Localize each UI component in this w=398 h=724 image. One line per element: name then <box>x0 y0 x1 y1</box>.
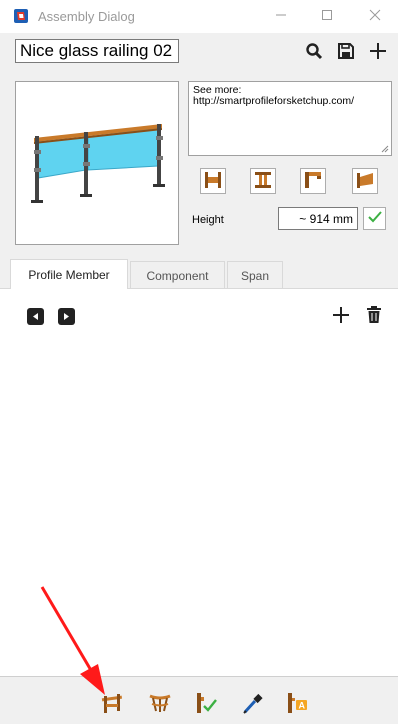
save-icon <box>337 42 355 63</box>
save-button[interactable] <box>334 40 358 64</box>
profile-ends-icon <box>203 170 223 193</box>
description-link[interactable]: http://smartprofileforsketchup.com/ <box>193 96 387 107</box>
next-button[interactable] <box>58 308 75 325</box>
apply-height-button[interactable] <box>363 207 386 230</box>
search-button[interactable] <box>302 40 326 64</box>
railing-tool-icon <box>100 691 124 718</box>
window-title: Assembly Dialog <box>38 9 135 24</box>
title-bar: Assembly Dialog <box>0 0 398 33</box>
checkmark-icon <box>367 209 383 228</box>
profile-check-button[interactable] <box>193 691 219 717</box>
profile-corner-icon <box>303 170 323 193</box>
maximize-icon <box>321 9 333 24</box>
profile-angle-icon <box>355 170 375 193</box>
close-icon <box>369 9 381 24</box>
delete-member-button[interactable] <box>363 305 385 327</box>
minimize-icon <box>275 9 287 24</box>
profile-i-icon <box>253 170 273 193</box>
tab-component[interactable]: Component <box>130 261 225 289</box>
plus-icon <box>369 42 387 63</box>
curved-railing-button[interactable] <box>147 691 173 717</box>
eyedropper-button[interactable] <box>240 691 266 717</box>
tab-span[interactable]: Span <box>227 261 283 289</box>
profile-corner-button[interactable] <box>300 168 326 194</box>
trash-icon <box>366 305 382 327</box>
sketchup-icon <box>13 8 29 24</box>
resize-grip-icon[interactable] <box>381 145 389 153</box>
height-label: Height <box>192 214 224 226</box>
add-member-button[interactable] <box>330 305 352 327</box>
profile-i-button[interactable] <box>250 168 276 194</box>
profile-label-button[interactable]: A <box>284 691 310 717</box>
tab-profile-member[interactable]: Profile Member <box>10 259 128 289</box>
dialog-body: See more: http://smartprofileforsketchup… <box>0 33 398 724</box>
previous-button[interactable] <box>27 308 44 325</box>
next-icon <box>62 309 71 324</box>
previous-icon <box>31 309 40 324</box>
description-textarea[interactable]: See more: http://smartprofileforsketchup… <box>188 81 392 156</box>
assembly-name-input[interactable] <box>15 39 179 63</box>
close-button[interactable] <box>352 0 398 33</box>
add-assembly-button[interactable] <box>366 40 390 64</box>
profile-check-icon <box>194 691 218 718</box>
minimize-button[interactable] <box>258 0 304 33</box>
search-icon <box>305 42 323 63</box>
profile-label-icon: A <box>285 691 309 718</box>
railing-preview <box>15 81 179 245</box>
plus-icon <box>332 306 350 327</box>
curved-railing-icon <box>148 691 172 718</box>
svg-text:A: A <box>299 700 306 710</box>
railing-tool-button[interactable] <box>99 691 125 717</box>
bottom-toolbar: A <box>0 676 398 724</box>
maximize-button[interactable] <box>304 0 350 33</box>
profile-angle-button[interactable] <box>352 168 378 194</box>
height-input[interactable] <box>278 207 358 230</box>
tab-content-panel <box>0 288 398 677</box>
profile-ends-button[interactable] <box>200 168 226 194</box>
eyedropper-icon <box>241 691 265 718</box>
